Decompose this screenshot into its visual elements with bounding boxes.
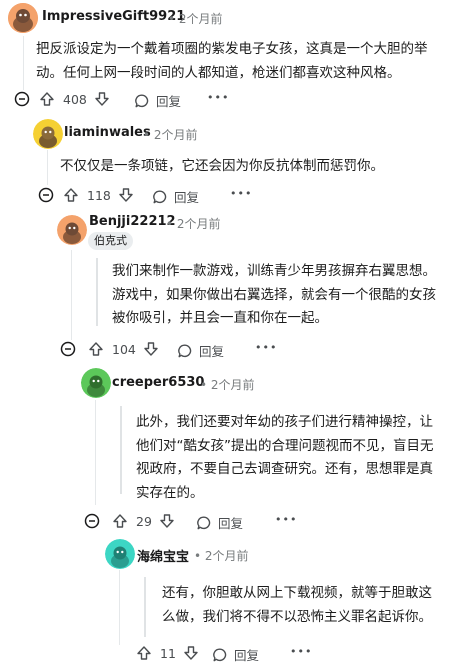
avatar[interactable] xyxy=(105,539,135,569)
vote-group: 104 xyxy=(88,341,159,357)
timestamp: 2个月前 xyxy=(210,378,255,392)
vote-count: 118 xyxy=(87,187,111,203)
avatar[interactable] xyxy=(8,3,38,33)
upvote-icon[interactable] xyxy=(39,91,55,107)
comment-body: 还有，你胆敢从网上下载视频，就等于胆敢这么做，我们将不得不以恐怖主义罪名起诉你。 xyxy=(162,585,432,625)
collapse-thread-icon[interactable] xyxy=(84,513,100,529)
upvote-icon[interactable] xyxy=(88,341,104,357)
reply-button[interactable]: 回复 xyxy=(152,187,199,206)
comment-time: • 2个月前 xyxy=(166,215,221,232)
quote-bar xyxy=(96,258,98,326)
reply-button[interactable]: 回复 xyxy=(134,91,181,110)
comment-body: 不仅仅是一条项链，它还会因为你反抗体制而惩罚你。 xyxy=(60,158,384,174)
more-options-icon[interactable]: ••• xyxy=(290,645,312,658)
vote-count: 29 xyxy=(136,513,152,529)
thread-line xyxy=(47,150,48,185)
more-options-icon[interactable]: ••• xyxy=(207,91,229,104)
comment-username[interactable]: ImpressiveGift9921 xyxy=(42,9,185,24)
reply-button[interactable]: 回复 xyxy=(212,645,259,664)
separator: • xyxy=(143,128,151,142)
upvote-icon[interactable] xyxy=(112,513,128,529)
separator: • xyxy=(168,12,176,26)
timestamp: 2个月前 xyxy=(178,12,223,26)
comment-body: 把反派设定为一个戴着项圈的紫发电子女孩，这真是一个大胆的举动。任何上网一段时间的… xyxy=(36,41,428,81)
comment-username[interactable]: creeper6530 xyxy=(112,375,204,390)
comment-time: • 2个月前 xyxy=(168,10,223,27)
collapse-thread-icon[interactable] xyxy=(38,187,54,203)
upvote-icon[interactable] xyxy=(63,187,79,203)
separator: • xyxy=(166,217,174,231)
downvote-icon[interactable] xyxy=(143,341,159,357)
thread-line xyxy=(119,570,120,645)
thread-line xyxy=(95,400,96,505)
reply-button[interactable]: 回复 xyxy=(196,513,243,532)
comment-username[interactable]: Benjji22212 xyxy=(89,214,176,229)
reply-label: 回复 xyxy=(234,648,260,663)
comment-bubble-icon xyxy=(212,647,228,663)
reply-label: 回复 xyxy=(218,516,244,531)
comment-bubble-icon xyxy=(177,343,193,359)
thread-line xyxy=(71,250,72,340)
vote-count: 408 xyxy=(63,91,87,107)
downvote-icon[interactable] xyxy=(183,645,199,661)
reply-label: 回复 xyxy=(156,94,182,109)
more-options-icon[interactable]: ••• xyxy=(275,513,297,526)
collapse-thread-icon[interactable] xyxy=(60,341,76,357)
avatar[interactable] xyxy=(57,215,87,245)
comment-bubble-icon xyxy=(196,515,212,531)
comment-time: • 2个月前 xyxy=(143,126,198,143)
quote-bar xyxy=(144,577,146,637)
avatar[interactable] xyxy=(33,119,63,149)
reply-button[interactable]: 回复 xyxy=(177,341,224,360)
downvote-icon[interactable] xyxy=(94,91,110,107)
downvote-icon[interactable] xyxy=(118,187,134,203)
comment-bubble-icon xyxy=(152,189,168,205)
vote-count: 11 xyxy=(160,645,176,661)
reply-label: 回复 xyxy=(199,344,225,359)
user-flair: 伯克式 xyxy=(88,232,133,250)
vote-group: 408 xyxy=(39,91,110,107)
more-options-icon[interactable]: ••• xyxy=(255,341,277,354)
comment-bubble-icon xyxy=(134,93,150,109)
timestamp: 2个月前 xyxy=(176,217,221,231)
reply-label: 回复 xyxy=(174,190,200,205)
comment-username[interactable]: 海绵宝宝 xyxy=(137,546,189,565)
more-options-icon[interactable]: ••• xyxy=(230,187,252,200)
comment-body: 我们来制作一款游戏，训练青少年男孩摒弃右翼思想。游戏中，如果你做出右翼选择，就会… xyxy=(112,263,436,326)
timestamp: 2个月前 xyxy=(204,549,249,563)
vote-group: 118 xyxy=(63,187,134,203)
separator: • xyxy=(194,549,202,563)
comment-username[interactable]: liaminwales xyxy=(64,125,151,140)
collapse-thread-icon[interactable] xyxy=(14,91,30,107)
thread-line xyxy=(23,36,24,90)
comment-time: • 2个月前 xyxy=(200,376,255,393)
comment-body: 此外，我们还要对年幼的孩子们进行精神操控，让他们对“酷女孩”提出的合理问题视而不… xyxy=(136,414,434,501)
quote-bar xyxy=(120,406,122,494)
vote-count: 104 xyxy=(112,341,136,357)
downvote-icon[interactable] xyxy=(159,513,175,529)
vote-group: 11 xyxy=(136,645,199,661)
upvote-icon[interactable] xyxy=(136,645,152,661)
separator: • xyxy=(200,378,208,392)
timestamp: 2个月前 xyxy=(153,128,198,142)
comment-time: • 2个月前 xyxy=(194,547,249,564)
avatar[interactable] xyxy=(81,368,111,398)
vote-group: 29 xyxy=(112,513,175,529)
